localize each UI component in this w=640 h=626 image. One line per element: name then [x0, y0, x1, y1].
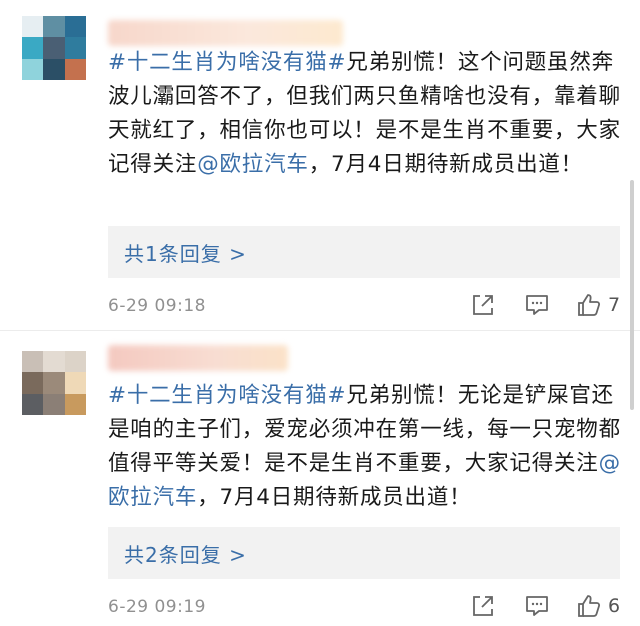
- share-icon[interactable]: [470, 292, 496, 318]
- avatar[interactable]: [22, 351, 86, 415]
- like-count: 7: [608, 294, 621, 316]
- replies-box[interactable]: 共1条回复 >: [108, 226, 620, 278]
- share-icon[interactable]: [470, 593, 496, 619]
- username-blurred[interactable]: [108, 345, 288, 371]
- comment-body-end: ，7月4日期待新成员出道！: [197, 485, 472, 510]
- avatar[interactable]: [22, 16, 86, 80]
- comment-icon[interactable]: [524, 593, 550, 619]
- comment-item: #十二生肖为啥没有猫#兄弟别慌！无论是铲屎官还是咱的主子们，爱宠必须冲在第一线，…: [0, 330, 640, 626]
- thumbs-up-icon[interactable]: [576, 292, 602, 318]
- view-replies-link[interactable]: 共2条回复 >: [124, 539, 247, 568]
- replies-box[interactable]: 共2条回复 >: [108, 527, 620, 579]
- comment-item: #十二生肖为啥没有猫#兄弟别慌！这个问题虽然奔波儿灞回答不了，但我们两只鱼精啥也…: [0, 0, 640, 330]
- topic-link[interactable]: #十二生肖为啥没有猫#: [108, 50, 346, 75]
- thumbs-up-icon[interactable]: [576, 593, 602, 619]
- mention-link[interactable]: @欧拉汽车: [197, 152, 309, 177]
- comment-body-end: ，7月4日期待新成员出道！: [308, 152, 583, 177]
- username-blurred[interactable]: [108, 20, 343, 46]
- comment-icon[interactable]: [524, 292, 550, 318]
- like-count: 6: [608, 595, 621, 617]
- comment-text: #十二生肖为啥没有猫#兄弟别慌！这个问题虽然奔波儿灞回答不了，但我们两只鱼精啥也…: [108, 46, 628, 182]
- view-replies-link[interactable]: 共1条回复 >: [124, 238, 247, 267]
- comment-text: #十二生肖为啥没有猫#兄弟别慌！无论是铲屎官还是咱的主子们，爱宠必须冲在第一线，…: [108, 379, 628, 515]
- timestamp: 6-29 09:19: [108, 597, 206, 617]
- scrollbar[interactable]: [630, 180, 634, 410]
- topic-link[interactable]: #十二生肖为啥没有猫#: [108, 383, 346, 408]
- timestamp: 6-29 09:18: [108, 296, 206, 316]
